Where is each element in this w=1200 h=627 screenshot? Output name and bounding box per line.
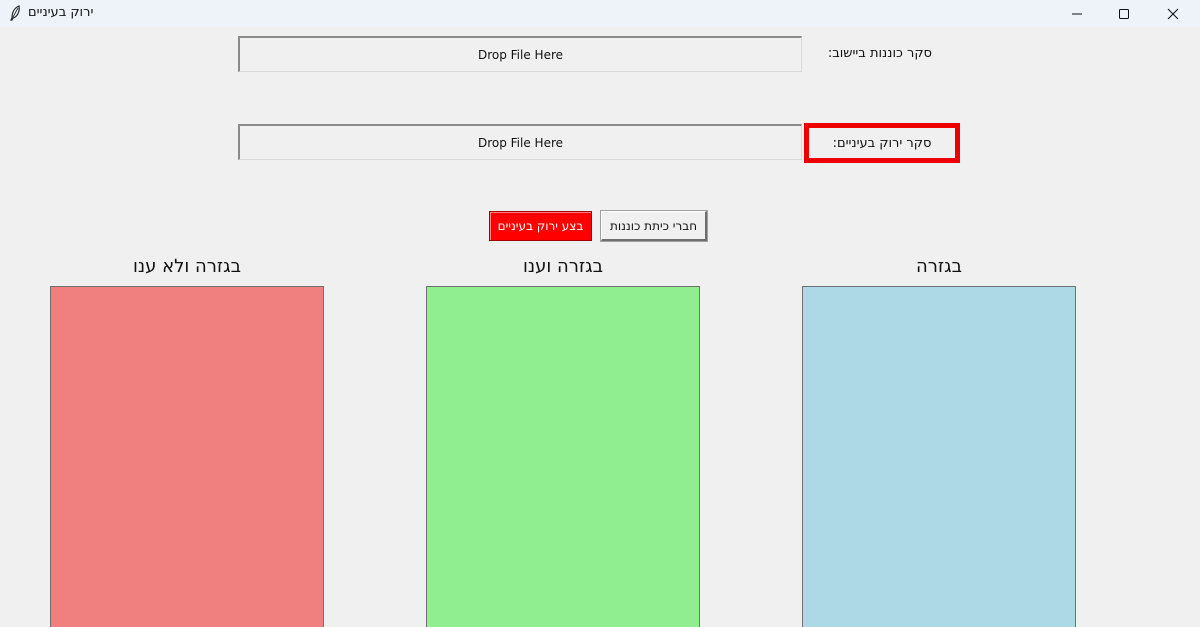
maximize-button[interactable]: [1101, 0, 1147, 27]
column-title-answered: בגזרה וענו: [523, 256, 603, 277]
app-window: ירוק בעיניים Drop File Here סקר כוננות ב…: [0, 0, 1200, 627]
answered-list[interactable]: [426, 286, 700, 627]
green-eyes-survey-label: סקר ירוק בעיניים:: [832, 135, 932, 151]
settlement-survey-drop-zone[interactable]: Drop File Here: [238, 36, 802, 72]
column-title-in-sector: בגזרה: [916, 256, 962, 277]
not-answered-list[interactable]: [50, 286, 324, 627]
column-title-not-answered: בגזרה ולא ענו: [133, 256, 241, 277]
in-sector-list[interactable]: [802, 286, 1076, 627]
window-title: ירוק בעיניים: [28, 5, 94, 20]
minimize-icon: [1072, 13, 1082, 14]
settlement-survey-label: סקר כוננות ביישוב:: [827, 46, 932, 61]
drop-zone-text: Drop File Here: [477, 47, 564, 62]
drop-zone-text: Drop File Here: [477, 135, 564, 150]
minimize-button[interactable]: [1054, 0, 1100, 27]
close-icon: [1167, 8, 1179, 19]
green-eyes-survey-drop-zone[interactable]: Drop File Here: [238, 124, 802, 160]
maximize-icon: [1119, 8, 1129, 19]
feather-icon: [10, 5, 20, 21]
close-button[interactable]: [1150, 0, 1196, 27]
title-bar: ירוק בעיניים: [0, 0, 1200, 27]
run-green-eyes-button[interactable]: בצע ירוק בעיניים: [489, 211, 592, 241]
standby-members-button[interactable]: חברי כיתת כוננות: [600, 210, 708, 242]
green-eyes-survey-label-highlight: סקר ירוק בעיניים:: [804, 123, 960, 163]
